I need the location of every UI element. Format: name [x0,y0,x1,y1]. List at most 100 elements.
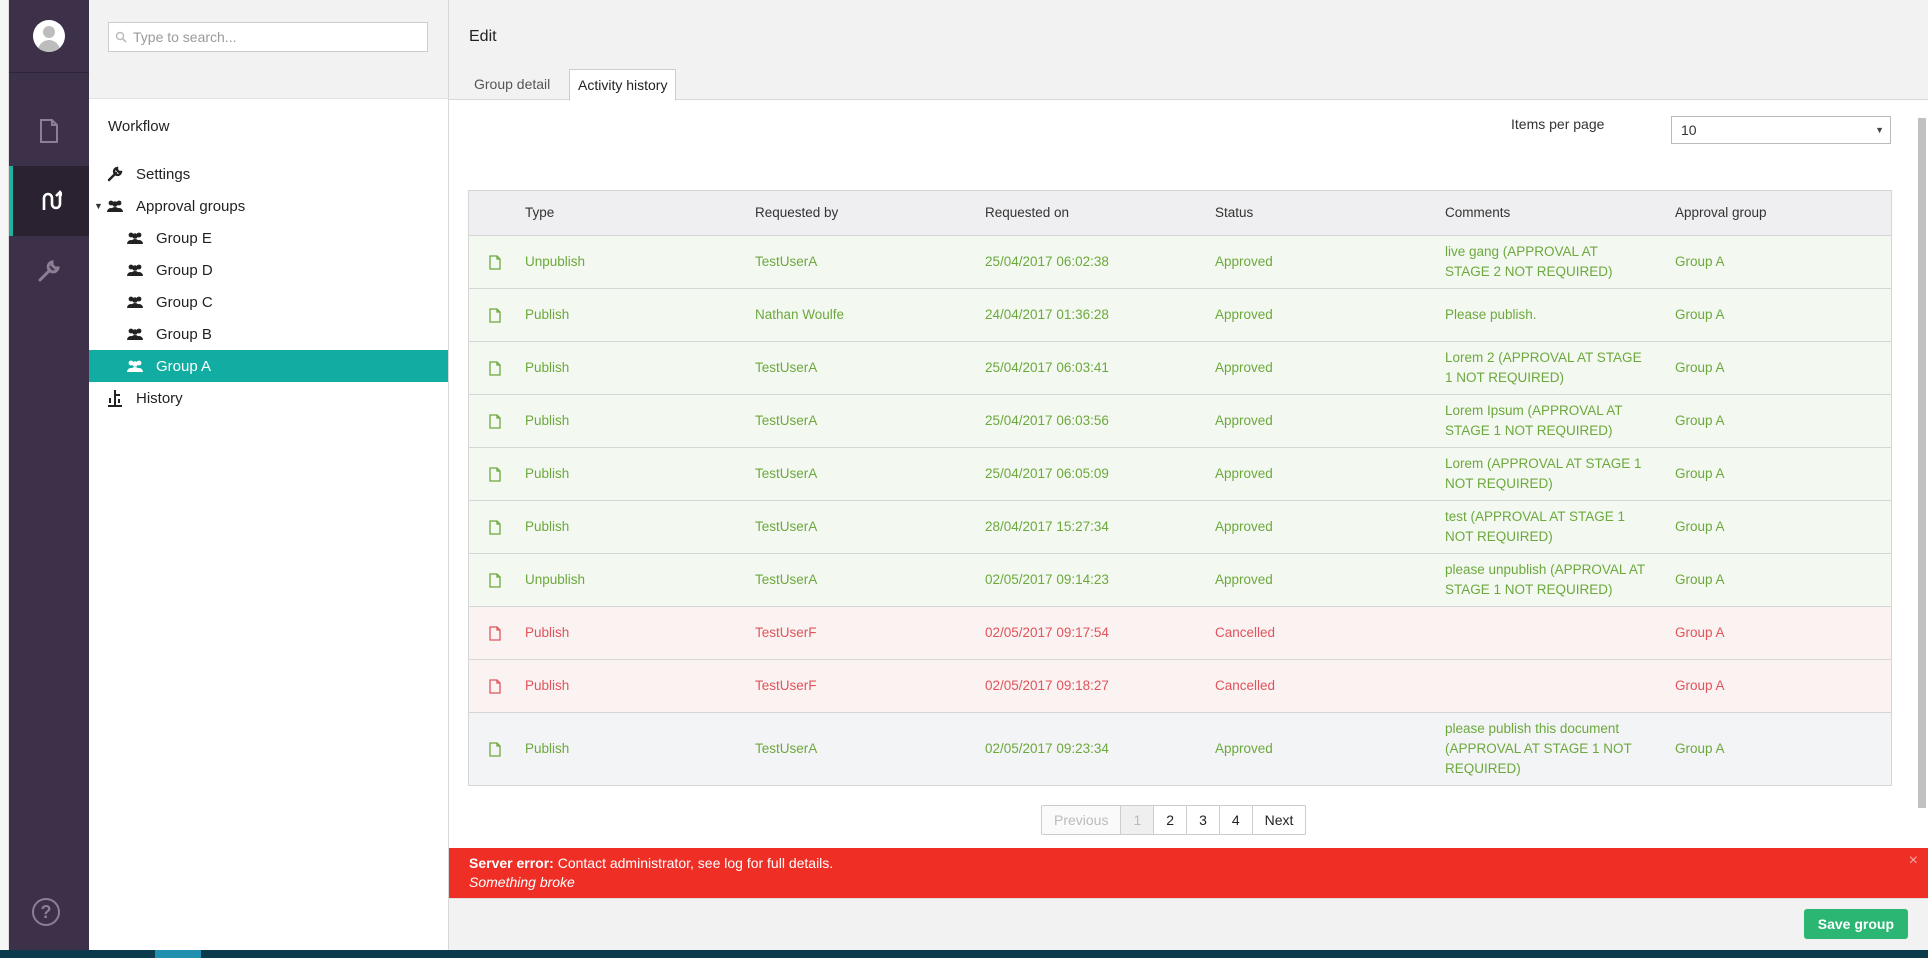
save-group-button[interactable]: Save group [1803,909,1908,939]
app-navigation: ? [9,0,89,950]
left-edge-strip [0,0,9,958]
status-cell: Approved [1215,254,1273,269]
scrollbar-thumb[interactable] [1918,118,1926,808]
next-page-button[interactable]: Next [1253,806,1306,834]
status-cell: Cancelled [1215,625,1276,640]
approval-group-cell: Group A [1675,413,1725,428]
tree-item-label: Group C [156,293,213,311]
approval-group-cell: Group A [1675,254,1725,269]
requested-on-cell: 28/04/2017 15:27:34 [985,519,1109,534]
previous-page-button[interactable]: Previous [1042,806,1122,834]
table-row[interactable]: Publish Nathan Woulfe 24/04/2017 01:36:28 A… [469,289,1891,342]
type-cell: Publish [525,678,570,693]
requested-by-cell: TestUserA [755,572,818,587]
taskbar-active-item[interactable] [155,950,201,958]
developer-section-button[interactable] [9,236,89,306]
editor-panel: Edit Group detail Activity history Items… [449,0,1928,950]
comment-cell: please publish this document (APPROVAL A… [1445,721,1632,776]
tree-item-history[interactable]: History [89,382,448,414]
page-button-1[interactable]: 1 [1121,806,1155,834]
tab-activity-history[interactable]: Activity history [569,69,677,101]
items-per-page-value: 10 [1681,122,1697,138]
user-avatar-icon[interactable] [33,20,65,52]
items-per-page-select[interactable]: 10 ▼ [1671,116,1891,144]
page-button-2[interactable]: 2 [1154,806,1188,834]
users-icon [127,232,143,244]
users-icon [107,200,123,212]
items-per-page-label: Items per page [1511,116,1605,132]
document-icon [489,501,501,553]
tab-group-detail[interactable]: Group detail [466,69,558,101]
caret-down-icon[interactable]: ▼ [94,201,103,211]
comment-cell [1445,660,1645,712]
error-notification: Server error: Contact administrator, see… [449,848,1928,898]
tree-item-label: Settings [136,165,191,183]
workflow-section-button[interactable] [9,166,89,236]
users-icon [127,296,143,308]
search-box[interactable] [108,22,428,52]
page-button-4[interactable]: 4 [1220,806,1253,834]
content-section-button[interactable] [9,96,89,166]
table-row[interactable]: Unpublish TestUserA 25/04/2017 06:02:38 App… [469,236,1891,289]
column-header: Requested on [985,205,1070,220]
approval-group-cell: Group A [1675,678,1725,693]
tree-item-group-b[interactable]: Group B [89,318,448,350]
document-icon [489,554,501,606]
requested-on-cell: 02/05/2017 09:14:23 [985,572,1109,587]
search-icon [115,31,127,43]
document-icon [489,660,501,712]
editor-header: Edit Group detail Activity history [449,0,1928,101]
type-cell: Unpublish [525,254,586,269]
comment-cell: Lorem Ipsum (APPROVAL AT STAGE 1 NOT REQ… [1445,403,1623,438]
error-detail: Something broke [469,874,575,890]
requested-by-cell: TestUserA [755,466,818,481]
tree-item-group-c[interactable]: Group C [89,286,448,318]
tree-item-label: Group A [156,357,212,375]
document-icon [489,395,501,447]
document-icon [489,448,501,500]
type-cell: Publish [525,360,570,375]
vertical-scrollbar[interactable] [1914,100,1928,820]
table-row[interactable]: Publish TestUserA 25/04/2017 06:05:09 Appro… [469,448,1891,501]
column-header: Type [525,205,555,220]
table-row[interactable]: Publish TestUserA 25/04/2017 06:03:56 Appro… [469,395,1891,448]
tree-item-approval-groups[interactable]: ▼ Approval groups [89,190,448,222]
status-cell: Cancelled [1215,678,1276,693]
approval-group-cell: Group A [1675,360,1725,375]
table-row[interactable]: Publish TestUserA 02/05/2017 09:23:34 Appro… [469,713,1891,785]
page-title: Edit [469,28,497,45]
document-icon [489,236,501,288]
tree-item-label: Group D [156,261,213,279]
table-row[interactable]: Publish TestUserA 28/04/2017 15:27:34 Appro… [469,501,1891,554]
help-icon[interactable]: ? [32,898,60,926]
table-row[interactable]: Publish TestUserA 25/04/2017 06:03:41 Appro… [469,342,1891,395]
type-cell: Publish [525,413,570,428]
table-row[interactable]: Unpublish TestUserA 02/05/2017 09:14:23 App… [469,554,1891,607]
pagination: Previous 1 2 3 4 Next [1041,805,1307,835]
tree-item-group-a[interactable]: Group A [89,350,448,382]
tree-item-settings[interactable]: Settings [89,158,448,190]
type-cell: Publish [525,741,570,756]
approval-group-cell: Group A [1675,572,1725,587]
close-icon[interactable]: × [1909,851,1918,870]
search-bar [89,0,448,99]
status-cell: Approved [1215,572,1273,587]
tree-item-group-e[interactable]: Group E [89,222,448,254]
table-header: Type Requested by Requested on Status Co… [469,191,1891,236]
requested-on-cell: 25/04/2017 06:03:41 [985,360,1109,375]
tree-item-group-d[interactable]: Group D [89,254,448,286]
type-cell: Publish [525,466,570,481]
status-cell: Approved [1215,413,1273,428]
table-row[interactable]: Publish TestUserF 02/05/2017 09:18:27 Cance… [469,660,1891,713]
users-icon [127,360,143,372]
error-title: Server error: [469,855,554,871]
document-icon [489,607,501,659]
search-input[interactable] [133,29,413,45]
requested-by-cell: TestUserA [755,254,818,269]
requested-by-cell: TestUserA [755,741,818,756]
page-button-3[interactable]: 3 [1187,806,1220,834]
table-row[interactable]: Publish TestUserF 02/05/2017 09:17:54 Cance… [469,607,1891,660]
document-icon [40,119,58,143]
tree-item-label: History [136,389,183,407]
workflow-icon [42,190,62,210]
